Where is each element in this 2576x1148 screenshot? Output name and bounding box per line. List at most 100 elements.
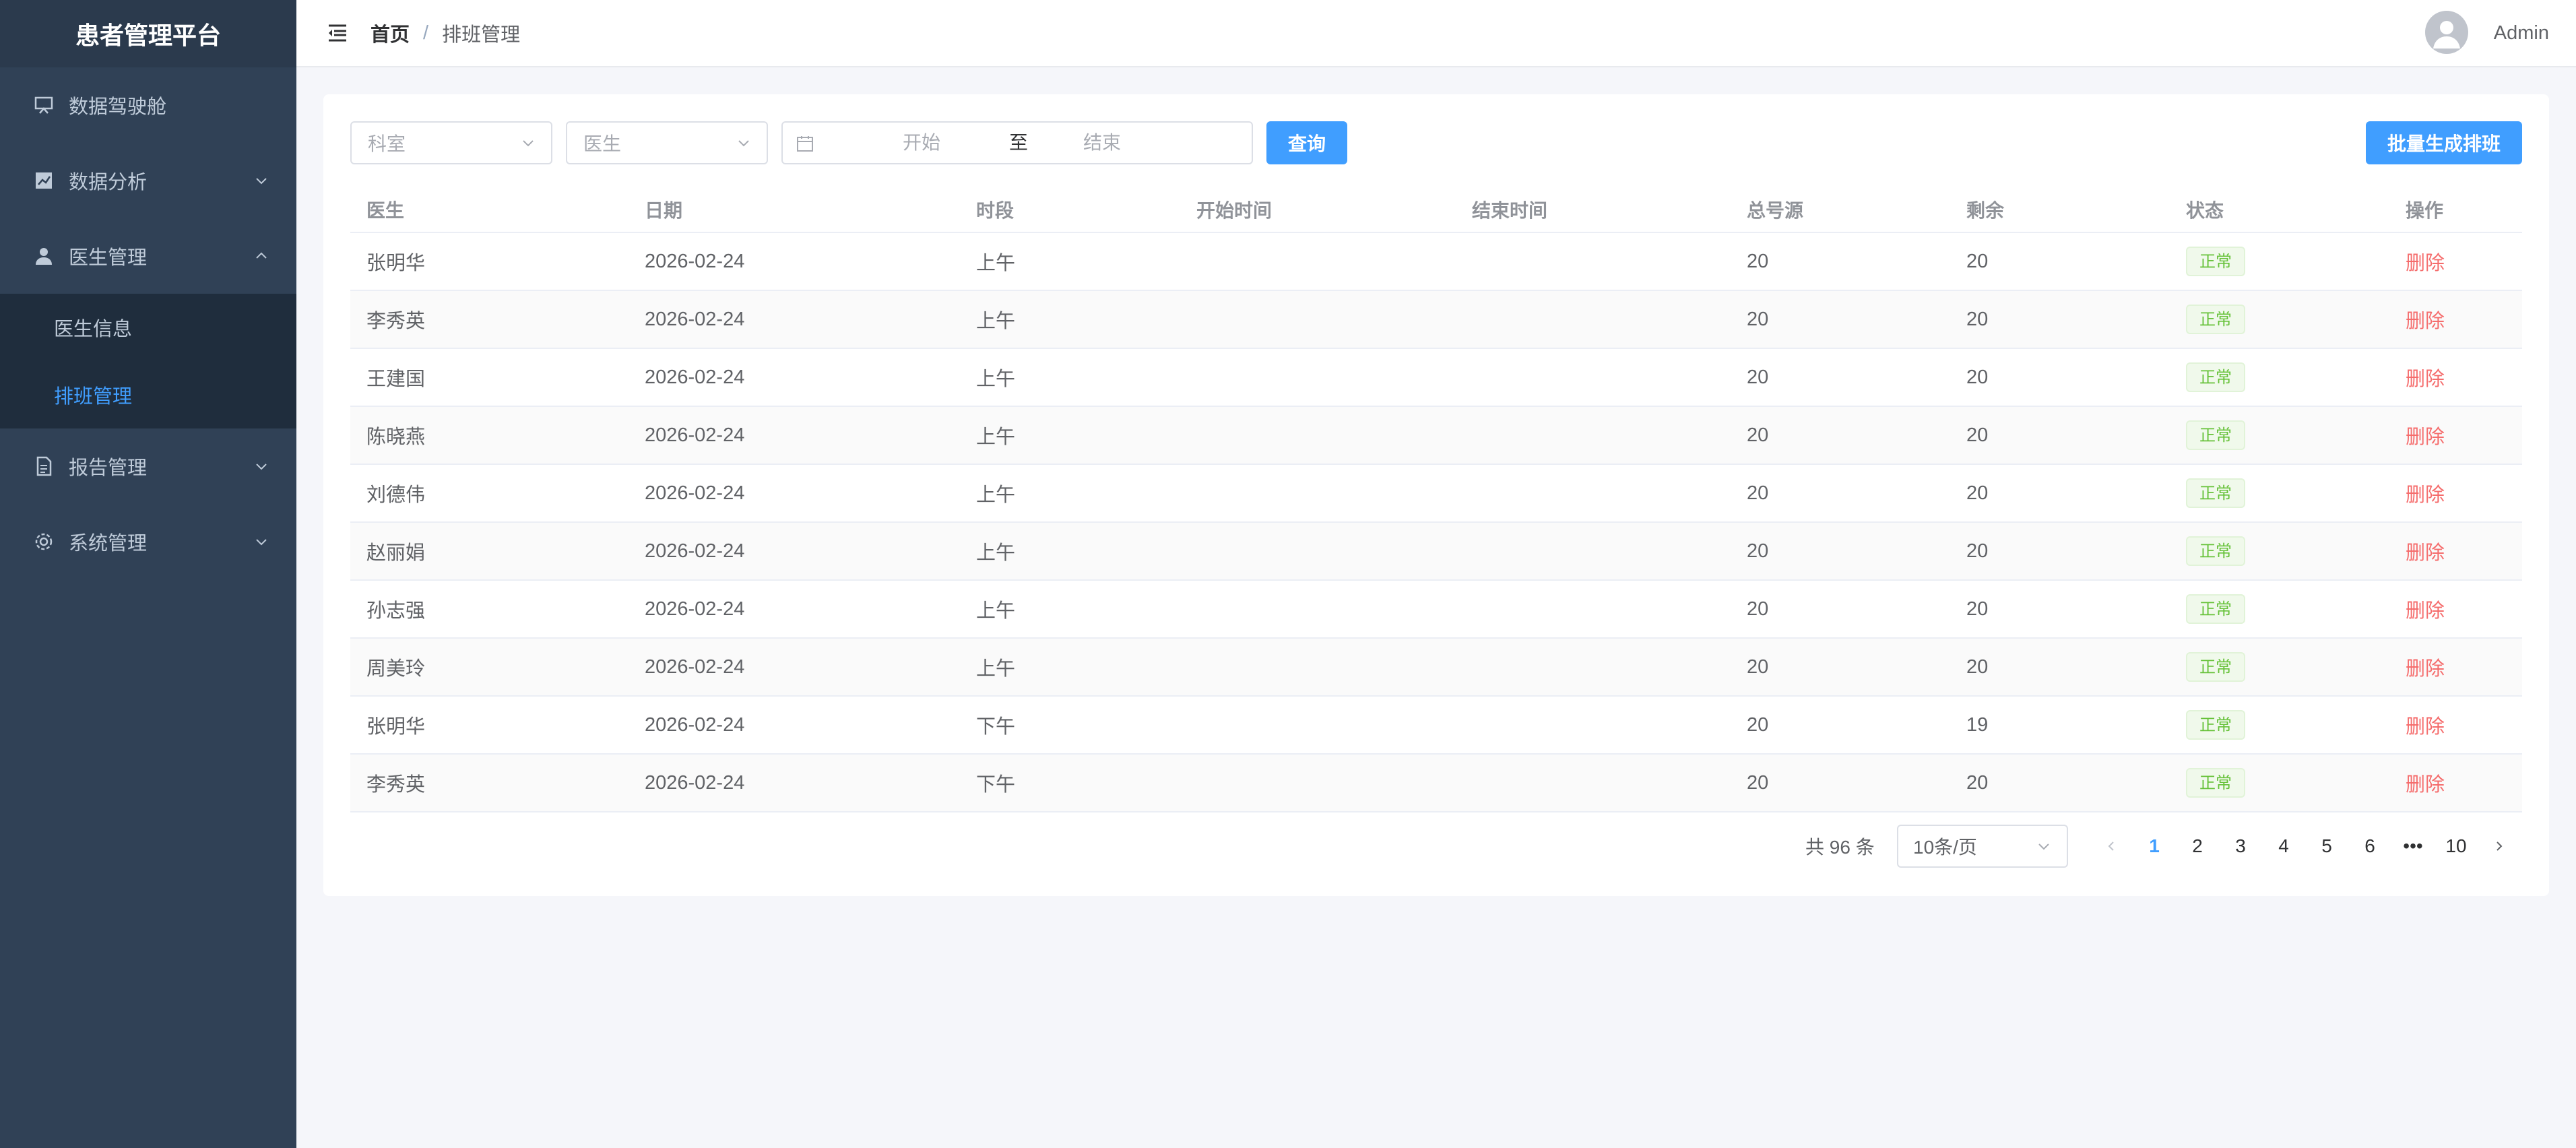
cell-doctor: 赵丽娟 xyxy=(350,522,629,581)
pagination-total: 共 96 条 xyxy=(1805,837,1875,858)
sidebar-item-doctor-info[interactable]: 医生信息 xyxy=(0,294,296,361)
cell-remain: 20 xyxy=(1950,348,2170,407)
menu-item-label: 数据驾驶舱 xyxy=(69,96,167,118)
cell-end xyxy=(1456,580,1731,639)
page-button-5[interactable]: 5 xyxy=(2305,825,2348,868)
cell-start xyxy=(1180,464,1456,523)
delete-button[interactable]: 删除 xyxy=(2406,426,2445,448)
page-button-last[interactable]: 10 xyxy=(2435,825,2478,868)
page-size-select[interactable]: 10条/页 xyxy=(1897,825,2068,868)
delete-button[interactable]: 删除 xyxy=(2406,542,2445,564)
breadcrumb-current: 排班管理 xyxy=(442,24,521,46)
menu-item-doctor-management[interactable]: 医生管理 xyxy=(0,218,296,294)
page-button-3[interactable]: 3 xyxy=(2219,825,2262,868)
menu-item-label: 数据分析 xyxy=(69,172,148,193)
prev-page-button[interactable] xyxy=(2090,825,2133,868)
cell-period: 上午 xyxy=(960,580,1180,639)
range-start-placeholder: 开始 xyxy=(902,132,940,153)
cell-status: 正常 xyxy=(2170,638,2389,697)
cell-period: 上午 xyxy=(960,406,1180,465)
menu-item-label: 医生管理 xyxy=(69,247,148,269)
menu-fold-icon[interactable] xyxy=(326,22,349,44)
cell-date: 2026-02-24 xyxy=(629,406,960,465)
table-header-row: 医生 日期 时段 开始时间 结束时间 总号源 剩余 状态 操作 xyxy=(350,187,2522,233)
next-page-button[interactable] xyxy=(2478,825,2521,868)
page-button-1[interactable]: 1 xyxy=(2133,825,2176,868)
cell-doctor: 孙志强 xyxy=(350,580,629,639)
sidebar: 患者管理平台 数据驾驶舱 数据分析 医生管理 医生信息 排班管理 报告管理 系统… xyxy=(0,0,296,1148)
status-badge: 正常 xyxy=(2186,536,2245,566)
cell-period: 上午 xyxy=(960,232,1180,291)
cell-total: 20 xyxy=(1731,290,1950,349)
cell-action: 删除 xyxy=(2389,696,2522,755)
cell-doctor: 刘德伟 xyxy=(350,464,629,523)
delete-button[interactable]: 删除 xyxy=(2406,253,2445,274)
cell-date: 2026-02-24 xyxy=(629,522,960,581)
cell-action: 删除 xyxy=(2389,290,2522,349)
cell-doctor: 张明华 xyxy=(350,696,629,755)
batch-generate-button[interactable]: 批量生成排班 xyxy=(2366,121,2522,164)
page-button-4[interactable]: 4 xyxy=(2262,825,2305,868)
range-start[interactable]: 开始 xyxy=(783,123,1005,163)
query-button[interactable]: 查询 xyxy=(1266,121,1347,164)
menu-item-analytics[interactable]: 数据分析 xyxy=(0,143,296,218)
sidebar-item-schedule[interactable]: 排班管理 xyxy=(0,361,296,428)
menu-item-dashboard[interactable]: 数据驾驶舱 xyxy=(0,67,296,143)
cell-date: 2026-02-24 xyxy=(629,638,960,697)
date-range-picker[interactable]: 开始 至 结束 xyxy=(781,121,1253,164)
user-name[interactable]: Admin xyxy=(2494,0,2549,66)
delete-button[interactable]: 删除 xyxy=(2406,774,2445,796)
cell-total: 20 xyxy=(1731,232,1950,291)
user-icon xyxy=(32,245,55,267)
delete-button[interactable]: 删除 xyxy=(2406,716,2445,738)
delete-button[interactable]: 删除 xyxy=(2406,600,2445,622)
status-badge: 正常 xyxy=(2186,247,2245,276)
table-row: 张明华 2026-02-24 上午 20 20 正常 删除 xyxy=(350,232,2522,291)
cell-date: 2026-02-24 xyxy=(629,580,960,639)
cell-action: 删除 xyxy=(2389,754,2522,812)
page-button-6[interactable]: 6 xyxy=(2348,825,2391,868)
avatar[interactable] xyxy=(2425,11,2468,54)
menu-item-reports[interactable]: 报告管理 xyxy=(0,428,296,504)
menu-item-system[interactable]: 系统管理 xyxy=(0,504,296,579)
delete-button[interactable]: 删除 xyxy=(2406,658,2445,680)
status-badge: 正常 xyxy=(2186,594,2245,624)
doctor-select[interactable]: 医生 xyxy=(566,121,768,164)
department-placeholder: 科室 xyxy=(368,133,406,154)
chevron-down-icon xyxy=(523,140,534,147)
delete-button[interactable]: 删除 xyxy=(2406,311,2445,332)
breadcrumb-home[interactable]: 首页 xyxy=(371,19,410,47)
delete-button[interactable]: 删除 xyxy=(2406,484,2445,506)
cell-period: 上午 xyxy=(960,522,1180,581)
cell-remain: 19 xyxy=(1950,696,2170,755)
cell-start xyxy=(1180,754,1456,812)
cell-start xyxy=(1180,406,1456,465)
table-row: 刘德伟 2026-02-24 上午 20 20 正常 删除 xyxy=(350,464,2522,523)
cell-total: 20 xyxy=(1731,406,1950,465)
cell-start xyxy=(1180,290,1456,349)
cell-action: 删除 xyxy=(2389,348,2522,407)
page-ellipsis[interactable]: ••• xyxy=(2391,825,2435,868)
breadcrumb-separator: / xyxy=(423,22,429,44)
cell-action: 删除 xyxy=(2389,406,2522,465)
chevron-left-icon xyxy=(2108,841,2114,851)
cell-status: 正常 xyxy=(2170,464,2389,523)
page-button-2[interactable]: 2 xyxy=(2176,825,2219,868)
cell-date: 2026-02-24 xyxy=(629,464,960,523)
cell-doctor: 李秀英 xyxy=(350,290,629,349)
cell-action: 删除 xyxy=(2389,232,2522,291)
range-end-placeholder: 结束 xyxy=(1083,132,1121,153)
chevron-down-icon xyxy=(256,178,267,185)
department-select[interactable]: 科室 xyxy=(350,121,552,164)
page-size-value: 10条/页 xyxy=(1913,837,1977,858)
range-end[interactable]: 结束 xyxy=(1032,123,1254,163)
cell-end xyxy=(1456,348,1731,407)
cell-period: 下午 xyxy=(960,696,1180,755)
cell-date: 2026-02-24 xyxy=(629,232,960,291)
cell-action: 删除 xyxy=(2389,580,2522,639)
cell-end xyxy=(1456,406,1731,465)
table-row: 李秀英 2026-02-24 上午 20 20 正常 删除 xyxy=(350,290,2522,349)
delete-button[interactable]: 删除 xyxy=(2406,369,2445,390)
cell-total: 20 xyxy=(1731,638,1950,697)
cell-remain: 20 xyxy=(1950,290,2170,349)
